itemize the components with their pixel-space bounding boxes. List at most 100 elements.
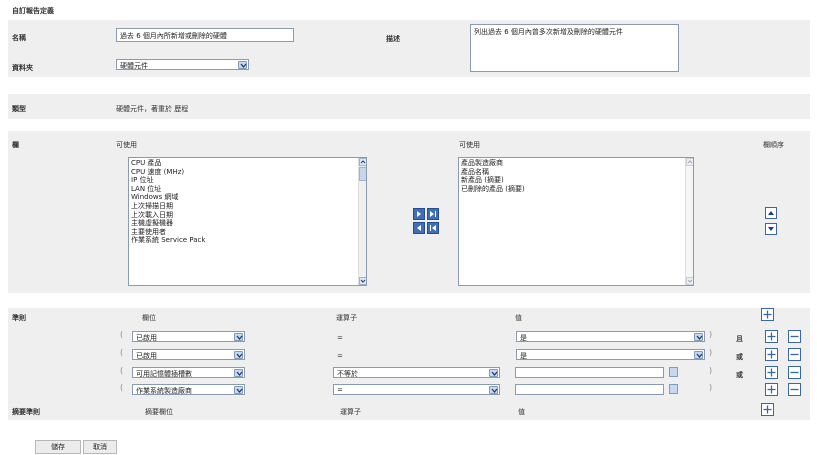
add-column-button[interactable] [413,208,425,220]
add-row-button[interactable] [765,330,778,343]
cancel-button[interactable]: 取消 [83,440,117,454]
scroll-thumb[interactable] [359,167,366,181]
criteria-operator: = [337,386,343,394]
remove-column-button[interactable] [413,222,425,234]
save-button[interactable]: 儲存 [35,440,81,454]
columns-label: 欄 [12,141,19,149]
close-paren[interactable]: ) [709,330,712,339]
list-item[interactable]: 產品製造廠商 [461,159,691,168]
folder-select[interactable]: 硬體元件 [116,59,249,70]
summary-operator-header: 運算子 [340,408,361,416]
chevron-down-icon [694,333,703,341]
chevron-down-icon [234,333,243,341]
add-row-button[interactable] [765,348,778,361]
remove-row-button[interactable] [788,383,801,396]
selected-list-scrollbar[interactable] [685,158,693,285]
list-item[interactable]: 主機虛擬機器 [131,219,364,228]
folder-label: 資料夾 [12,64,33,72]
criteria-value: 是 [520,352,527,360]
scroll-up-icon[interactable] [359,158,366,166]
criteria-connector[interactable]: 或 [736,352,743,362]
add-all-columns-button[interactable] [427,208,439,220]
chevron-down-icon [489,369,498,377]
name-input[interactable]: 過去 6 個月內所新增或刪除的硬體 [116,28,294,42]
available-list-scrollbar[interactable] [358,158,366,285]
criteria-operator: 不等於 [337,370,358,378]
remove-row-button[interactable] [788,366,801,379]
criteria-value-select[interactable]: 是 [516,349,705,360]
chevron-down-icon [238,61,247,69]
criteria-value-select[interactable]: 是 [516,331,705,342]
add-row-button[interactable] [765,383,778,396]
list-item[interactable]: 上次載入日期 [131,211,364,220]
summary-field-header: 摘要欄位 [145,408,173,416]
criteria-field-value: 已啟用 [136,352,157,360]
criteria-field-select[interactable]: 已啟用 [132,331,245,342]
criteria-operator-select[interactable]: 不等於 [333,367,500,378]
scroll-down-icon[interactable] [686,277,693,285]
criteria-operator: = [337,334,343,342]
move-up-button[interactable] [765,207,777,219]
description-textarea[interactable]: 列出過去 6 個月內曾多次新增及刪除的硬體元件 [470,24,679,72]
criteria-field-select[interactable]: 可用記憶體插槽數 [132,367,245,378]
add-summary-criteria-button[interactable] [761,403,774,416]
list-item[interactable]: 新產品 (摘要) [461,176,691,185]
picker-icon[interactable] [669,367,678,377]
criteria-field-select[interactable]: 已啟用 [132,349,245,360]
criteria-connector[interactable]: 且 [736,334,743,344]
type-label: 類型 [12,105,26,113]
list-item[interactable]: Windows 網域 [131,193,364,202]
close-paren[interactable]: ) [709,366,712,375]
chevron-down-icon [234,351,243,359]
remove-row-button[interactable] [788,348,801,361]
criteria-value-input[interactable] [515,384,664,395]
list-item[interactable]: 已刪除的產品 (摘要) [461,185,691,194]
criteria-label: 準則 [12,314,26,322]
remove-all-columns-button[interactable] [427,222,439,234]
criteria-operator: = [337,352,343,360]
type-value: 硬體元件，著重於 歷程 [116,105,189,113]
criteria-value: 是 [520,334,527,342]
available-columns-list[interactable]: CPU 產品 CPU 速度 (MHz) IP 位址 LAN 位址 Windows… [128,157,367,286]
list-item[interactable]: CPU 產品 [131,159,364,168]
criteria-connector[interactable]: 或 [736,370,743,380]
criteria-field-select[interactable]: 作業系統製造廠商 [132,384,245,395]
criteria-operator-select[interactable]: = [333,384,500,395]
move-down-button[interactable] [765,223,777,235]
criteria-band [8,308,810,420]
list-item[interactable]: 產品名稱 [461,168,691,177]
add-criteria-button[interactable] [761,308,774,321]
summary-value-header: 值 [518,408,525,416]
criteria-value-input[interactable] [515,367,664,378]
selected-header: 可使用 [459,141,480,149]
list-item[interactable]: 上次掃描日期 [131,202,364,211]
criteria-field-value: 已啟用 [136,334,157,342]
description-label: 描述 [386,35,400,43]
open-paren[interactable]: ( [120,330,123,339]
close-paren[interactable]: ) [709,348,712,357]
operator-header: 運算子 [336,314,357,322]
open-paren[interactable]: ( [120,366,123,375]
picker-icon[interactable] [669,384,678,394]
remove-row-button[interactable] [788,330,801,343]
page-title: 自訂報告定義 [12,7,54,15]
name-label: 名稱 [12,34,26,42]
list-item[interactable]: 作業系統 Service Pack [131,236,364,245]
open-paren[interactable]: ( [120,348,123,357]
add-row-button[interactable] [765,366,778,379]
list-item[interactable]: IP 位址 [131,176,364,185]
close-paren[interactable]: ) [709,383,712,392]
list-item[interactable]: CPU 速度 (MHz) [131,168,364,177]
selected-columns-list[interactable]: 產品製造廠商 產品名稱 新產品 (摘要) 已刪除的產品 (摘要) [458,157,694,286]
sort-header: 欄順序 [763,141,784,149]
chevron-down-icon [694,351,703,359]
scroll-up-icon[interactable] [686,158,693,166]
chevron-down-icon [489,386,498,394]
criteria-field-value: 作業系統製造廠商 [136,387,192,395]
summary-criteria-label: 摘要準則 [12,408,40,416]
chevron-down-icon [234,369,243,377]
scroll-down-icon[interactable] [359,277,366,285]
folder-select-value: 硬體元件 [120,62,148,70]
criteria-field-value: 可用記憶體插槽數 [136,370,192,378]
open-paren[interactable]: ( [120,383,123,392]
